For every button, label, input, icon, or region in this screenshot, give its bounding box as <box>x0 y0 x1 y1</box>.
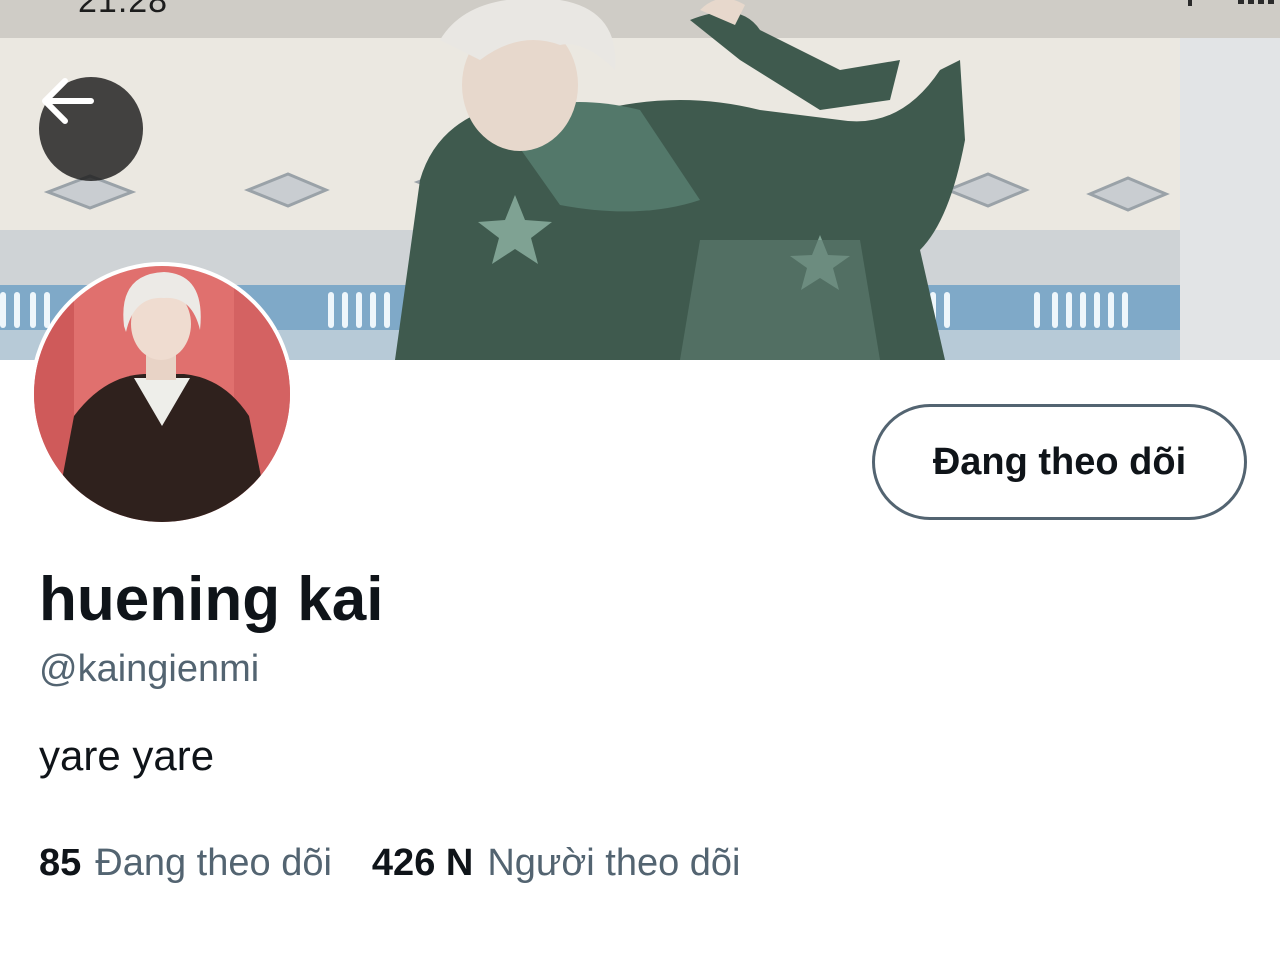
profile-stats: 85 Đang theo dõi 426 N Người theo dõi <box>39 842 741 885</box>
following-stat-link[interactable]: 85 Đang theo dõi <box>39 842 332 885</box>
following-count: 85 <box>39 842 82 884</box>
following-button[interactable]: Đang theo dõi <box>872 404 1247 520</box>
profile-bio: yare yare <box>39 732 215 779</box>
following-button-label: Đang theo dõi <box>932 440 1187 483</box>
following-label: Đang theo dõi <box>95 842 332 884</box>
arrow-left-icon <box>42 78 94 124</box>
profile-page: 21:28 Đang theo dõi huening kai @kaingie… <box>0 0 1280 955</box>
profile-display-name: huening kai <box>39 565 384 634</box>
followers-stat-link[interactable]: 426 N Người theo dõi <box>372 842 741 885</box>
avatar-image <box>34 266 290 522</box>
profile-handle: @kaingienmi <box>39 648 260 690</box>
profile-avatar[interactable] <box>30 262 294 526</box>
status-bar: 21:28 <box>0 0 1280 20</box>
followers-label: Người theo dõi <box>487 842 741 884</box>
back-button[interactable] <box>39 77 143 181</box>
status-time: 21:28 <box>78 0 169 20</box>
followers-count: 426 N <box>371 842 474 884</box>
